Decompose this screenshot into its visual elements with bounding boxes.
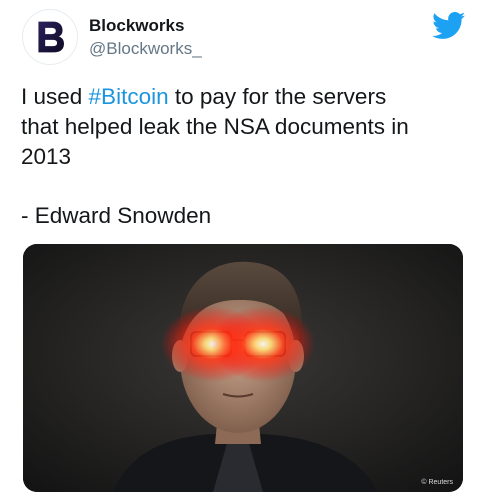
twitter-bird-icon[interactable] <box>432 12 466 40</box>
photo-credit: © Reuters <box>421 479 453 486</box>
author-handle[interactable]: @Blockworks_ <box>89 39 202 59</box>
tweet-card: Blockworks @Blockworks_ I used #Bitcoin … <box>0 0 483 500</box>
tweet-line-2: that helped leak the NSA documents in <box>21 114 409 139</box>
author-name[interactable]: Blockworks <box>89 16 184 36</box>
avatar[interactable] <box>22 9 78 65</box>
hashtag-link[interactable]: #Bitcoin <box>89 84 169 109</box>
tweet-line-1: I used #Bitcoin to pay for the servers <box>21 82 471 112</box>
portrait-image <box>23 244 463 492</box>
tweet-media-image[interactable]: © Reuters <box>23 244 463 492</box>
blockworks-logo-icon <box>38 21 64 53</box>
tweet-text: I used #Bitcoin to pay for the servers t… <box>21 82 471 172</box>
tweet-line-3: 2013 <box>21 144 72 169</box>
tweet-text-segment: I used <box>21 84 89 109</box>
quote-attribution: - Edward Snowden <box>21 203 212 228</box>
tweet-text-segment: to pay for the servers <box>168 84 387 109</box>
